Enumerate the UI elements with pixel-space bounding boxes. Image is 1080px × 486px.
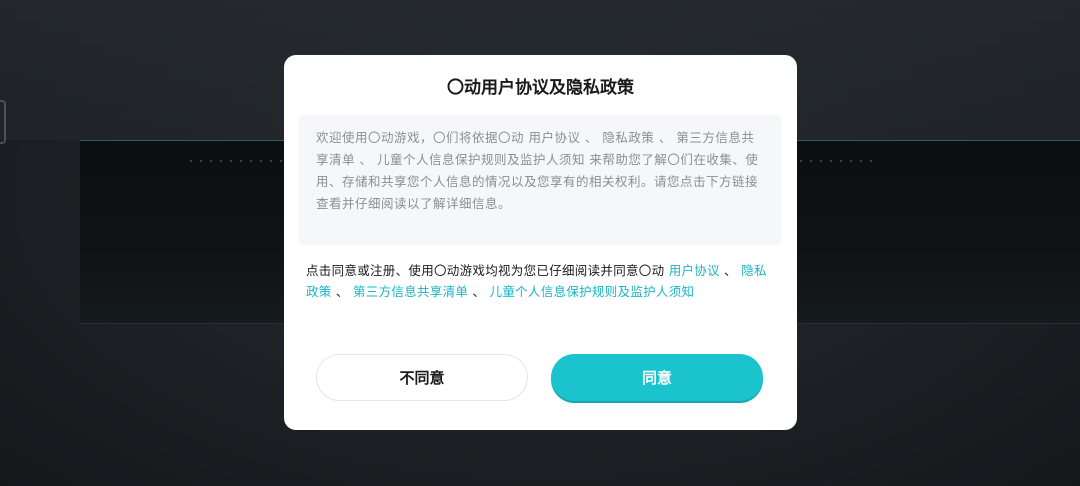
decline-button[interactable]: 不同意: [316, 354, 528, 401]
consent-statement: 点击同意或注册、使用〇动游戏均视为您已仔细阅读并同意〇动 用户协议 、 隐私政策…: [306, 260, 776, 302]
link-separator: 、: [719, 263, 742, 278]
notice-text: 欢迎使用〇动游戏，〇们将依据〇动 用户协议 、 隐私政策 、 第三方信息共享清单…: [316, 130, 759, 211]
privacy-dialog: 〇动用户协议及隐私政策 欢迎使用〇动游戏，〇们将依据〇动 用户协议 、 隐私政策…: [284, 55, 797, 430]
children-rules-link[interactable]: 儿童个人信息保护规则及监护人须知: [490, 284, 695, 299]
user-agreement-link[interactable]: 用户协议: [669, 263, 720, 278]
link-separator: 、: [468, 284, 490, 299]
third-party-list-link[interactable]: 第三方信息共享清单: [353, 284, 468, 299]
background-side-tab: [0, 100, 6, 144]
agree-button[interactable]: 同意: [551, 354, 763, 401]
link-separator: 、: [331, 284, 353, 299]
background-dots: [790, 160, 880, 162]
dialog-title: 〇动用户协议及隐私政策: [447, 78, 634, 98]
notice-text-box: 欢迎使用〇动游戏，〇们将依据〇动 用户协议 、 隐私政策 、 第三方信息共享清单…: [298, 115, 782, 245]
consent-prefix: 点击同意或注册、使用〇动游戏均视为您已仔细阅读并同意〇动: [306, 263, 669, 278]
